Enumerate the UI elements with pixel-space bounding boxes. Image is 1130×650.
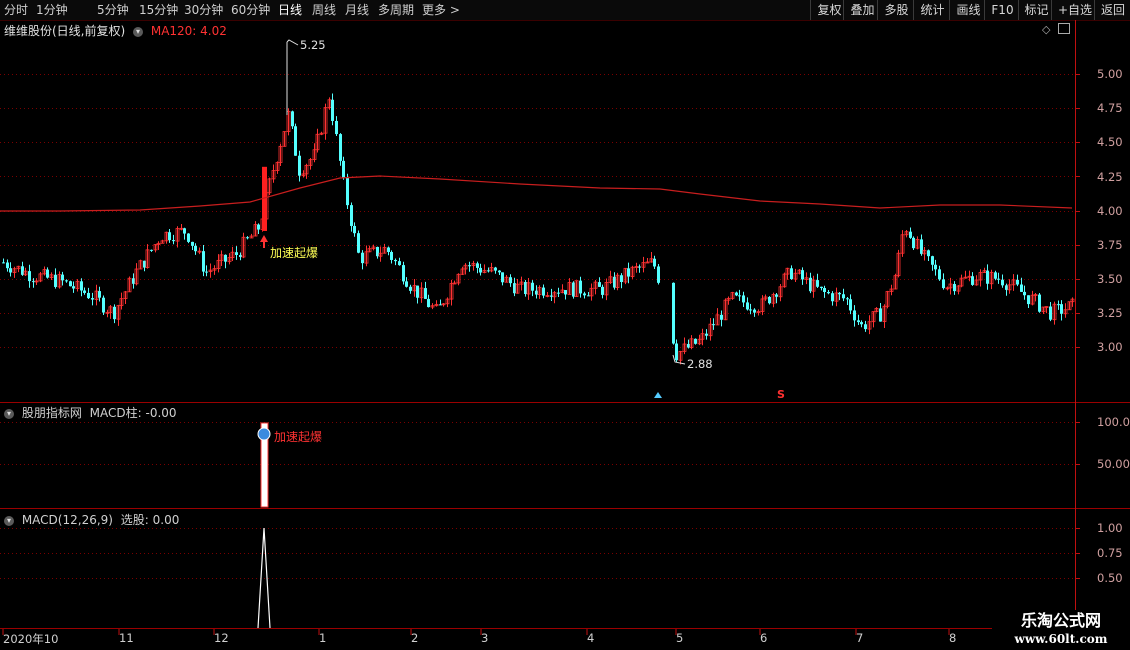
chevron-down-icon[interactable]: ▾ xyxy=(4,515,14,526)
stock-title: 维维股份(日线,前复权) xyxy=(4,24,126,38)
macd-bar-value: MACD柱: -0.00 xyxy=(89,406,177,420)
signal-label: 加速起爆 xyxy=(270,246,319,260)
y-tick-label: 50.00 xyxy=(1097,457,1130,471)
low-price-label: 2.88 xyxy=(687,357,713,371)
indicator-name: 股朋指标网 xyxy=(21,406,82,420)
y-tick-label: 4.75 xyxy=(1097,101,1123,115)
date-label: 3 xyxy=(481,631,489,645)
y-tick-label: 100.0 xyxy=(1097,415,1130,429)
chevron-down-icon[interactable]: ▾ xyxy=(133,26,144,37)
main-panel-header: 维维股份(日线,前复权) ▾ MA120: 4.02 xyxy=(4,22,231,39)
high-price-label: 5.25 xyxy=(300,38,326,52)
y-tick-label: 1.00 xyxy=(1097,521,1123,535)
window-toggle-icon[interactable] xyxy=(1058,23,1070,34)
date-label: 5 xyxy=(676,631,684,645)
watermark-url: www.60lt.com xyxy=(1014,632,1108,646)
macd-name: MACD(12,26,9) xyxy=(21,513,113,527)
date-label: 2020年10 xyxy=(3,632,59,646)
date-label: 6 xyxy=(760,631,768,645)
indicator-signal-label: 加速起爆 xyxy=(274,430,323,444)
chevron-down-icon[interactable]: ▾ xyxy=(4,408,14,419)
y-tick-label: 4.25 xyxy=(1097,170,1123,184)
watermark-logo: 乐淘公式网 www.60lt.com xyxy=(992,610,1130,650)
date-label: 11 xyxy=(119,631,134,645)
watermark-title: 乐淘公式网 xyxy=(1020,611,1101,630)
y-tick-label: 0.50 xyxy=(1097,571,1123,585)
ma120-label: MA120: 4.02 xyxy=(150,24,227,38)
kline-chart-canvas[interactable] xyxy=(0,0,1130,650)
y-tick-label: 3.25 xyxy=(1097,306,1123,320)
y-tick-label: 3.50 xyxy=(1097,272,1123,286)
y-tick-label: 0.75 xyxy=(1097,546,1123,560)
diamond-icon[interactable]: ◇ xyxy=(1042,23,1050,36)
date-label: 7 xyxy=(856,631,864,645)
macd-panel-header: ▾ MACD(12,26,9) 选股: 0.00 xyxy=(4,511,183,528)
y-tick-label: 3.75 xyxy=(1097,238,1123,252)
date-label: 2 xyxy=(411,631,419,645)
y-tick-label: 3.00 xyxy=(1097,340,1123,354)
date-label: 4 xyxy=(587,631,595,645)
date-label: 8 xyxy=(949,631,957,645)
y-tick-label: 5.00 xyxy=(1097,67,1123,81)
date-label: 12 xyxy=(214,631,229,645)
sell-marker: S xyxy=(777,388,785,401)
indicator-panel-header: ▾ 股朋指标网 MACD柱: -0.00 xyxy=(4,404,181,421)
select-value: 选股: 0.00 xyxy=(120,513,180,527)
y-tick-label: 4.00 xyxy=(1097,204,1123,218)
y-tick-label: 4.50 xyxy=(1097,135,1123,149)
date-label: 1 xyxy=(319,631,327,645)
